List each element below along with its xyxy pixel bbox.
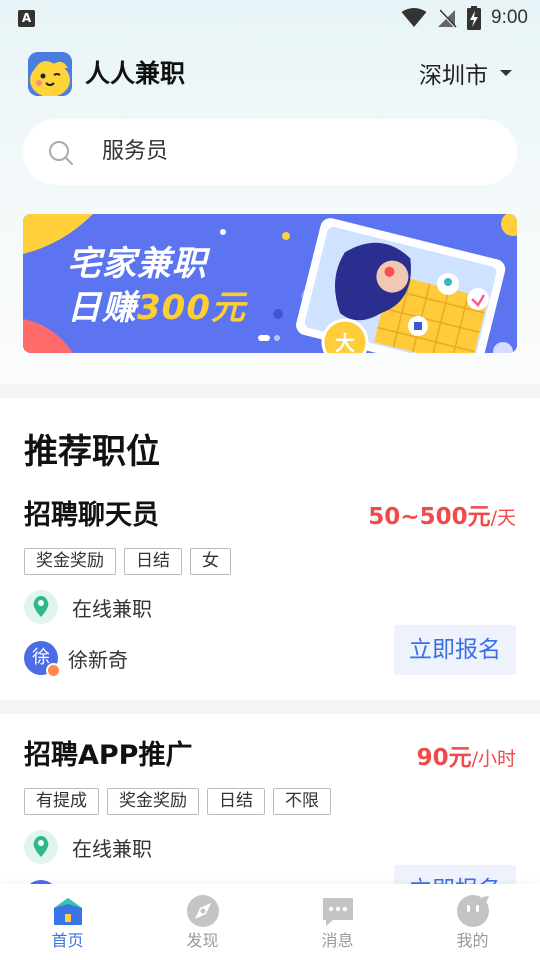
job-poster: 徐 徐新奇 <box>24 641 128 678</box>
banner-pager <box>258 335 280 341</box>
no-signal-icon <box>438 9 457 28</box>
job-pay-unit: /天 <box>490 507 516 529</box>
notification-a-icon: A <box>18 10 35 27</box>
app-logo <box>28 52 72 96</box>
nav-label: 我的 <box>456 931 489 950</box>
status-icons: 9:00 <box>401 6 528 30</box>
job-location: 在线兼职 <box>24 590 152 624</box>
section-divider <box>0 384 540 398</box>
nav-item-messages[interactable]: 消息 <box>270 884 405 960</box>
nav-item-profile[interactable]: 我的 <box>405 884 540 960</box>
wifi-icon <box>401 8 427 27</box>
location-pin-icon <box>24 590 58 624</box>
job-pay: 50~500元/天 <box>368 499 516 536</box>
job-pay-unit: /小时 <box>471 748 516 770</box>
job-tag: 奖金奖励 <box>107 788 199 815</box>
nav-item-discover[interactable]: 发现 <box>135 884 270 960</box>
promo-banner[interactable]: 大 宅家兼职 日赚300元 <box>23 214 517 353</box>
search-icon <box>49 141 73 165</box>
pager-dot-active[interactable] <box>258 335 270 341</box>
job-title: 招聘聊天员 <box>24 500 159 531</box>
search-input[interactable]: 服务员 <box>102 136 168 168</box>
section-title: 推荐职位 <box>24 432 160 472</box>
city-selector[interactable]: 深圳市 <box>419 55 512 91</box>
banner-subheadline-amount: 300元 <box>137 288 246 328</box>
verified-badge-icon <box>46 663 61 678</box>
status-bar: A 9:00 <box>0 0 540 36</box>
job-title: 招聘APP推广 <box>24 740 193 771</box>
job-tag: 奖金奖励 <box>24 548 116 575</box>
job-tags: 奖金奖励 日结 女 <box>24 548 231 575</box>
message-icon <box>323 898 353 926</box>
nav-label: 首页 <box>51 931 84 950</box>
job-tag: 女 <box>190 548 231 575</box>
job-card[interactable]: 招聘APP推广 90元/小时 有提成 奖金奖励 日结 不限 在线兼职 立即报名 <box>0 738 540 915</box>
nav-label: 消息 <box>321 931 354 950</box>
job-pay-amount: 90元 <box>416 745 472 771</box>
app-screen: A 9:00 人人兼职 深圳市 服务员 大 宅家兼职 日赚300元 推荐职位 招… <box>0 0 540 960</box>
nav-item-home[interactable]: 首页 <box>0 884 135 960</box>
job-pay: 90元/小时 <box>417 740 516 777</box>
svg-text:大: 大 <box>335 331 355 353</box>
banner-subheadline: 日赚300元 <box>67 288 246 328</box>
profile-icon <box>457 895 489 927</box>
pager-dot[interactable] <box>274 335 280 341</box>
nav-label: 发现 <box>186 931 219 950</box>
job-location-text: 在线兼职 <box>72 836 152 861</box>
card-divider <box>0 700 540 714</box>
status-time: 9:00 <box>491 7 528 28</box>
job-tags: 有提成 奖金奖励 日结 不限 <box>24 788 331 815</box>
home-icon <box>54 898 82 925</box>
job-card[interactable]: 招聘聊天员 50~500元/天 奖金奖励 日结 女 在线兼职 徐 徐新奇 立即报… <box>0 496 540 700</box>
banner-headline: 宅家兼职 <box>67 244 207 284</box>
job-tag: 不限 <box>273 788 331 815</box>
location-pin-icon <box>24 830 58 864</box>
city-label: 深圳市 <box>419 63 488 89</box>
caret-down-icon <box>500 70 512 76</box>
banner-subheadline-prefix: 日赚 <box>67 288 137 328</box>
job-location: 在线兼职 <box>24 830 152 864</box>
poster-name: 徐新奇 <box>68 647 128 672</box>
job-tag: 有提成 <box>24 788 99 815</box>
job-tag: 日结 <box>124 548 182 575</box>
app-name: 人人兼职 <box>85 59 186 88</box>
bottom-nav: 首页 发现 消息 我的 <box>0 884 540 960</box>
job-location-text: 在线兼职 <box>72 596 152 621</box>
compass-icon <box>187 895 219 927</box>
job-pay-amount: 50~500元 <box>368 504 491 530</box>
job-tag: 日结 <box>207 788 265 815</box>
search-bar[interactable] <box>23 119 517 185</box>
battery-charging-icon <box>467 6 482 30</box>
avatar: 徐 <box>24 641 61 678</box>
apply-button[interactable]: 立即报名 <box>394 625 516 675</box>
